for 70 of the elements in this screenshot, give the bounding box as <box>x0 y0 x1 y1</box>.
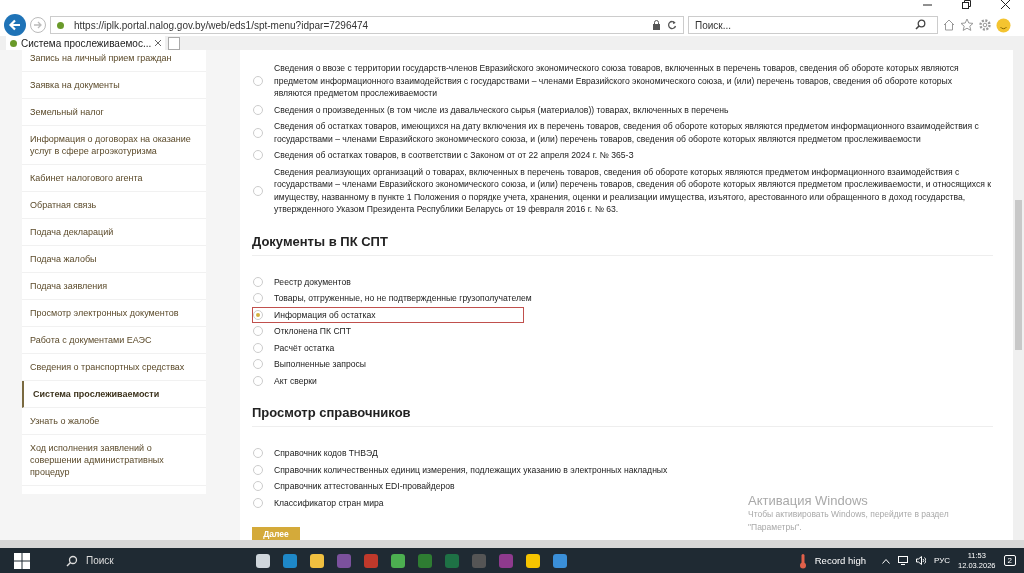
sidebar-item[interactable]: Просмотр электронных документов <box>22 300 206 327</box>
activation-text: Чтобы активировать Windows, перейдите в раздел "Параметры". <box>748 508 950 534</box>
star-icon[interactable] <box>960 18 974 32</box>
sidebar-item[interactable]: Подача заявления <box>22 273 206 300</box>
radio-option[interactable]: Сведения о ввозе с территории государств-членов Евразийского экономического союза товаров, включенных в перечень товаров, сведения об обороте которых являются предметом информационного взаимодействия с государствами – членами Евразийского экономического союза, и (или) перечень товаров, сведения об обороте которых являются предметом прослеживаемости <box>252 60 993 102</box>
search-icon <box>915 19 926 30</box>
radio-option[interactable]: Справочник кодов ТНВЭД <box>252 445 379 462</box>
taskbar-search[interactable]: Поиск <box>38 548 188 573</box>
sidebar-item[interactable]: Работа с документами ЕАЭС <box>22 327 206 354</box>
lock-icon <box>652 20 661 30</box>
sidebar-item[interactable]: Система прослеживаемости <box>22 381 206 408</box>
sidebar-item[interactable]: Информация о договорах на оказание услуг в сфере агроэкотуризма <box>22 126 206 165</box>
weather-text[interactable]: Record high <box>814 555 866 566</box>
settings-icon[interactable] <box>978 18 992 32</box>
radio-option[interactable]: Расчёт остатка <box>252 339 336 356</box>
network-icon[interactable] <box>897 556 908 565</box>
sidebar-item[interactable]: Подача жалобы <box>22 246 206 273</box>
address-bar[interactable]: https://iplk.portal.nalog.gov.by/web/eds1/spt-menu?idpar=7296474 <box>50 16 684 34</box>
sidebar-item[interactable]: Узнать о жалобе <box>22 408 206 435</box>
restore-icon[interactable] <box>962 0 971 9</box>
browser-tab[interactable]: Система прослеживаемос... <box>6 36 166 50</box>
radio-option[interactable]: Классификатор стран мира <box>252 494 385 511</box>
site-icon <box>10 39 17 47</box>
home-icon[interactable] <box>942 18 956 32</box>
back-button[interactable] <box>4 14 26 36</box>
vertical-scrollbar[interactable] <box>1013 50 1024 540</box>
smiley-icon[interactable] <box>996 17 1011 33</box>
close-icon[interactable] <box>1001 0 1010 9</box>
taskbar-app-icon[interactable] <box>391 553 405 568</box>
search-icon <box>66 554 78 567</box>
radio-option[interactable]: Отклонена ПК СПТ <box>252 323 352 340</box>
refresh-icon[interactable] <box>667 20 677 30</box>
radio-option[interactable]: Акт сверки <box>252 372 318 389</box>
site-icon <box>57 21 64 29</box>
radio-option[interactable]: Сведения реализующих организаций о товарах, включенных в перечень товаров, сведения об обороте которых являются предметом информационного взаимодействия с государствами – членами Евразийского экономического союза, и (или) перечень товаров, сведения об обороте которых являются предметом прослеживаемости, и относящихся к имуществу, названному в пункте 1 Положения о порядке учета, хранения, оценки и реализации имущества, изъятого, арестованного или обращенного в доход государства, утвержденного Указом Президента Республики Беларусь от 19 февраля 2016 г. № 63. <box>252 163 993 218</box>
taskbar-app-icon[interactable] <box>553 553 567 568</box>
radio-option[interactable]: Сведения об остатках товаров, в соответствии с Законом от от 22 апреля 2024 г. № 365-З <box>252 147 993 164</box>
sidebar-item[interactable]: Сведения о транспортных средствах <box>22 354 206 381</box>
sidebar-item[interactable]: Запись на личный прием граждан <box>22 50 206 72</box>
taskbar-app-icon[interactable] <box>310 553 324 568</box>
taskbar-app-icon[interactable] <box>526 553 540 568</box>
radio-option[interactable]: Информация об остатках <box>252 306 524 323</box>
sidebar-item[interactable]: Кабинет налогового агента <box>22 165 206 192</box>
taskbar-app-icon[interactable] <box>256 553 270 568</box>
radio-option[interactable]: Выполненные запросы <box>252 356 367 373</box>
arrow-left-icon <box>8 18 22 32</box>
radio-option[interactable]: Товары, отгруженные, но не подтвержденные грузополучателем <box>252 290 533 307</box>
language-indicator[interactable]: РУС <box>933 556 950 565</box>
chevron-up-icon[interactable] <box>881 557 890 564</box>
horizontal-scrollbar[interactable] <box>0 540 1024 548</box>
section-heading: Документы в ПК СПТ <box>252 225 993 256</box>
radio-option[interactable]: Сведения о произведенных (в том числе из давальческого сырья (материалов)) товарах, включенных в перечень <box>252 101 993 118</box>
activation-title: Активация Windows <box>748 493 869 508</box>
notification-badge[interactable]: 2 <box>1003 555 1016 566</box>
speaker-icon[interactable] <box>915 556 926 565</box>
arrow-right-icon <box>33 20 43 30</box>
windows-start-icon[interactable] <box>14 552 30 569</box>
sidebar-item[interactable]: Заявка на документы <box>22 72 206 99</box>
new-tab-button[interactable] <box>168 36 181 50</box>
radio-option[interactable]: Сведения об остатках товаров, имеющихся на дату включения их в перечень товаров, сведения об обороте которых являются предметом информационного взаимодействия с государствами – членами Евразийского экономического союза, и (или) перечень товаров, сведения об обороте которых являются предметом прослеживаемости <box>252 118 993 147</box>
radio-option[interactable]: Реестр документов <box>252 273 352 290</box>
sidebar-item[interactable]: Земельный налог <box>22 99 206 126</box>
radio-option[interactable]: Справочник количественных единиц измерения, подлежащих указанию в электронных накладных <box>252 461 669 478</box>
thermometer-icon <box>798 552 807 569</box>
section-heading: Просмотр справочников <box>252 397 993 427</box>
sidebar-item[interactable]: Ход исполнения заявлений о совершении административных процедур <box>22 435 206 486</box>
sidebar-item[interactable]: Обратная связь <box>22 192 206 219</box>
sidebar-item[interactable]: Подача деклараций <box>22 219 206 246</box>
search-field[interactable]: Поиск... <box>688 16 938 34</box>
radio-option[interactable]: Справочник аттестованных EDI-провайдеров <box>252 478 456 495</box>
